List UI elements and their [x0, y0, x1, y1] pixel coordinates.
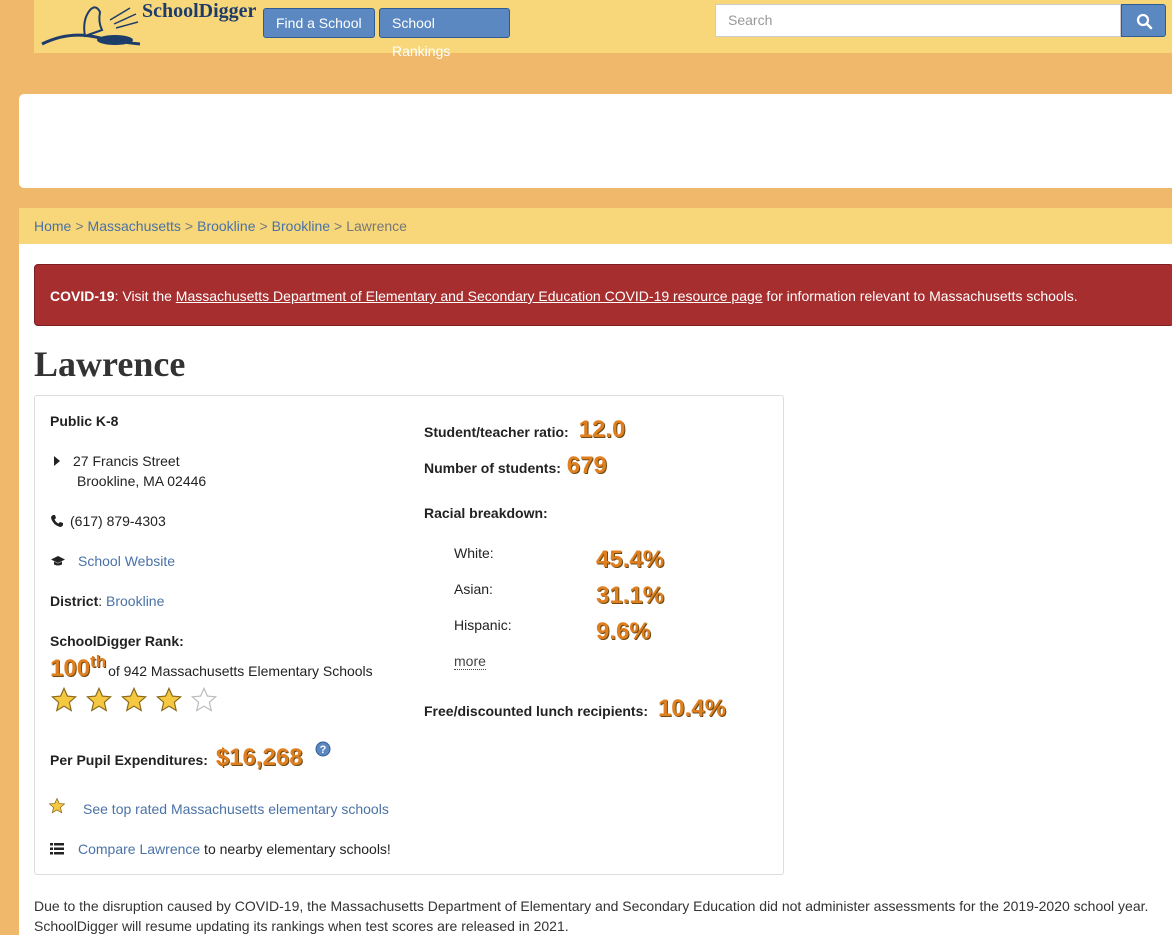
rank-text: of 942 Massachusetts Elementary Schools: [108, 663, 373, 679]
lunch-row: Free/discounted lunch recipients: 10.4%: [424, 695, 726, 723]
ppe-value: $16,268: [215, 744, 303, 771]
breadcrumb-state[interactable]: Massachusetts: [88, 218, 181, 234]
covid-prefix: COVID-19: [50, 288, 115, 304]
district-row: District: Brookline: [50, 593, 164, 609]
phone-icon: [50, 514, 64, 531]
breadcrumb-city[interactable]: Brookline: [197, 218, 255, 234]
schooldigger-logo[interactable]: SchoolDigger: [40, 0, 260, 48]
rank-value: 100: [50, 655, 91, 682]
star-icon-filled: [50, 686, 78, 712]
graduation-cap-icon: [50, 554, 66, 570]
search-icon: [1136, 13, 1153, 30]
star-icon-filled: [120, 686, 147, 712]
ad-banner: [19, 94, 1172, 188]
school-info-card: Public K-8 27 Francis Street Brookline, …: [34, 395, 784, 875]
help-icon[interactable]: ?: [315, 741, 331, 760]
racial-name-hispanic: Hispanic:: [454, 617, 512, 633]
address-line-1: 27 Francis Street: [73, 453, 180, 469]
svg-text:?: ?: [320, 744, 327, 756]
star-icon-empty: [190, 686, 217, 712]
find-school-button[interactable]: Find a School: [263, 8, 375, 38]
top-rated-link[interactable]: See top rated Massachusetts elementary s…: [83, 801, 389, 817]
search-input[interactable]: Search: [715, 4, 1121, 37]
rank-label: SchoolDigger Rank:: [50, 633, 184, 649]
racial-more-link[interactable]: more: [454, 653, 486, 670]
ppe-row: Per Pupil Expenditures: $16,268: [50, 744, 303, 772]
students-row: Number of students: 679: [424, 452, 607, 480]
racial-value-asian: 31.1%: [596, 582, 665, 609]
racial-name-white: White:: [454, 545, 494, 561]
star-icon-filled: [155, 686, 182, 712]
covid-resource-link[interactable]: Massachusetts Department of Elementary a…: [176, 288, 763, 304]
star-icon: [48, 797, 66, 818]
logo-text: SchoolDigger: [142, 0, 257, 22]
breadcrumb-district[interactable]: Brookline: [272, 218, 330, 234]
students-value: 679: [566, 452, 607, 479]
main-content: Home > Massachusetts > Brookline > Brookline > L…: [19, 208, 1172, 935]
page-title: Lawrence: [34, 344, 186, 384]
compare-text: to nearby elementary schools!: [200, 841, 391, 857]
address-line-2: Brookline, MA 02446: [77, 473, 207, 489]
star-icon-filled: [85, 686, 112, 712]
racial-value-white: 45.4%: [596, 546, 665, 573]
breadcrumb: Home > Massachusetts > Brookline > Brookline > L…: [19, 208, 1172, 244]
ratio-value: 12.0: [578, 416, 626, 443]
breadcrumb-current: Lawrence: [346, 218, 407, 234]
covid-text-1: : Visit the: [114, 288, 176, 304]
covid-alert: COVID-19: Visit the Massachusetts Depart…: [34, 264, 1172, 326]
list-icon: [50, 842, 64, 858]
top-header: SchoolDigger Find a School School Rankin…: [34, 0, 1172, 59]
compare-link[interactable]: Compare Lawrence: [78, 841, 200, 857]
covid-footnote: Due to the disruption caused by COVID-19…: [34, 898, 1149, 934]
rank-suffix: th: [90, 652, 107, 671]
rank-row: 100th of 942 Massachusetts Elementary Sch…: [50, 652, 373, 683]
racial-label: Racial breakdown:: [424, 505, 548, 521]
district-label: District: [50, 593, 99, 609]
lunch-value: 10.4%: [657, 695, 726, 722]
phone-number: (617) 879-4303: [70, 513, 166, 529]
school-rankings-button[interactable]: School Rankings: [379, 8, 510, 59]
logo-digger-icon: [41, 6, 141, 46]
caret-right-icon: [53, 454, 61, 470]
racial-value-hispanic: 9.6%: [596, 618, 651, 645]
racial-name-asian: Asian:: [454, 581, 493, 597]
ratio-row: Student/teacher ratio: 12.0: [424, 416, 625, 444]
district-separator: :: [98, 593, 103, 609]
covid-text-2: for information relevant to Massachusett…: [762, 288, 1078, 304]
students-label: Number of students:: [424, 460, 561, 476]
breadcrumb-home[interactable]: Home: [34, 218, 71, 234]
ratio-label: Student/teacher ratio:: [424, 424, 569, 440]
school-website-link[interactable]: School Website: [78, 553, 175, 569]
district-link[interactable]: Brookline: [106, 593, 164, 609]
school-type: Public K-8: [50, 413, 119, 429]
compare-row: Compare Lawrence to nearby elementary sc…: [78, 841, 391, 857]
ppe-label: Per Pupil Expenditures:: [50, 752, 208, 768]
lunch-label: Free/discounted lunch recipients:: [424, 703, 649, 719]
search-button[interactable]: [1121, 4, 1166, 37]
rank-stars: [50, 686, 221, 717]
